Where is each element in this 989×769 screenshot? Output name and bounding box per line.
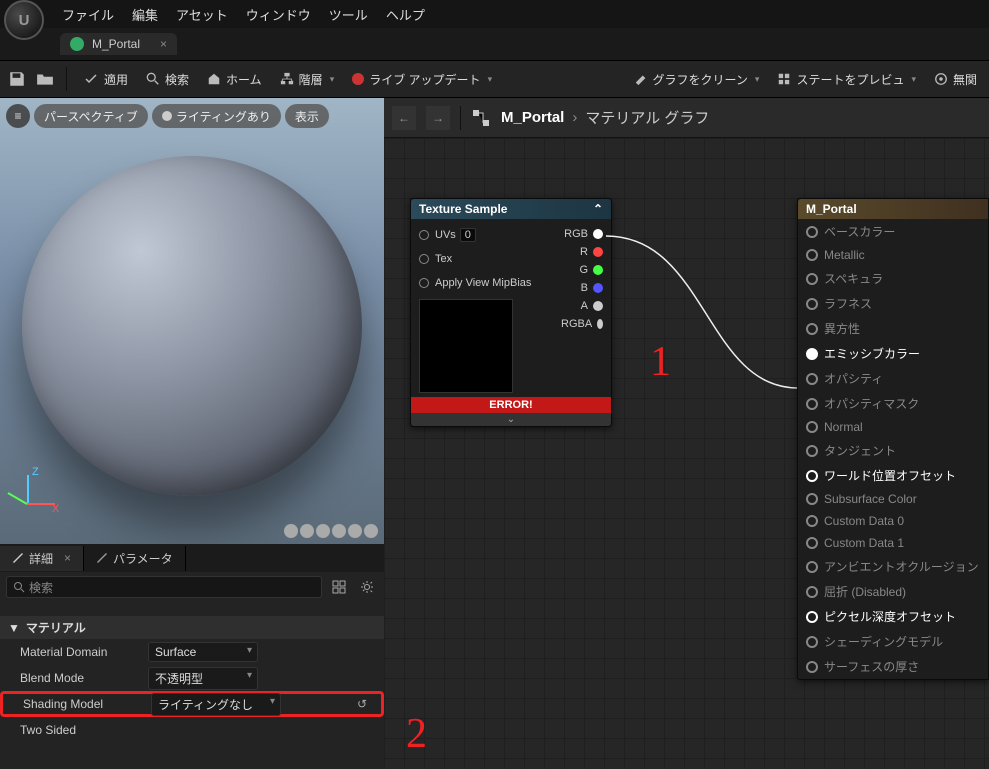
result-pin[interactable]: アンビエントオクルージョン [798, 554, 988, 579]
result-pin[interactable]: Normal [798, 416, 988, 438]
result-pin[interactable]: ピクセル深度オフセット [798, 604, 988, 629]
menu-window[interactable]: ウィンドウ [246, 5, 311, 24]
prop-blend-mode: Blend Mode 不透明型 [0, 665, 384, 691]
result-pin[interactable]: Custom Data 1 [798, 532, 988, 554]
apply-button[interactable]: 適用 [77, 68, 134, 91]
menu-asset[interactable]: アセット [176, 5, 228, 24]
display-pill[interactable]: 表示 [285, 104, 329, 128]
tab-title: M_Portal [92, 37, 140, 51]
result-pin[interactable]: ワールド位置オフセット [798, 463, 988, 488]
liveupdate-button[interactable]: ライブ アップデート▾ [346, 68, 498, 91]
result-pin[interactable]: スペキュラ [798, 266, 988, 291]
result-pin[interactable]: Metallic [798, 244, 988, 266]
lighting-pill[interactable]: ライティングあり [152, 104, 281, 128]
primitive-selector[interactable] [284, 524, 378, 538]
node-error-badge: ERROR! [411, 397, 611, 413]
prop-material-domain: Material Domain Surface [0, 639, 384, 665]
material-result-node[interactable]: M_Portal ベースカラーMetallicスペキュララフネス異方性エミッシブ… [797, 198, 989, 680]
prop-shading-model: Shading Model ライティングなし ↺ [0, 691, 384, 717]
tab-close-icon[interactable]: × [160, 37, 167, 51]
result-pin[interactable]: シェーディングモデル [798, 629, 988, 654]
material-domain-dropdown[interactable]: Surface [148, 642, 258, 662]
graph-canvas[interactable]: Texture Sample⌃ UVs0 Tex Apply View MipB… [384, 138, 989, 769]
search-input[interactable]: 検索 [6, 576, 322, 598]
grid-icon[interactable] [328, 576, 350, 598]
menu-file[interactable]: ファイル [62, 5, 114, 24]
collapse-icon[interactable]: ⌃ [593, 202, 603, 216]
output-pin-rgb[interactable]: RGB [553, 225, 611, 243]
preview-viewport[interactable]: ≡ パースペクティブ ライティングあり 表示 Z X [0, 98, 384, 544]
close-icon[interactable]: × [64, 551, 71, 565]
output-pin-g[interactable]: G [553, 261, 611, 279]
nav-back-icon[interactable]: ← [392, 106, 416, 130]
unrelated-button[interactable]: 無関 [928, 68, 983, 91]
result-pin[interactable]: 屈折 (Disabled) [798, 579, 988, 604]
reset-icon[interactable]: ↺ [357, 697, 367, 711]
result-pin[interactable]: Custom Data 0 [798, 510, 988, 532]
prop-two-sided: Two Sided [0, 717, 384, 743]
result-pin[interactable]: サーフェスの厚さ [798, 654, 988, 679]
category-material[interactable]: ▼マテリアル [0, 616, 384, 639]
tab-details[interactable]: 詳細× [0, 546, 84, 571]
menu-help[interactable]: ヘルプ [386, 5, 425, 24]
asset-tab[interactable]: M_Portal × [60, 33, 177, 55]
material-icon [70, 37, 84, 51]
viewport-menu-icon[interactable]: ≡ [6, 104, 30, 128]
graph-wire [606, 228, 806, 398]
perspective-pill[interactable]: パースペクティブ [34, 104, 148, 128]
result-pin[interactable]: オパシティマスク [798, 391, 988, 416]
result-pin[interactable]: ラフネス [798, 291, 988, 316]
preview-sphere [22, 156, 362, 496]
hierarchy-button[interactable]: 階層▾ [274, 68, 341, 91]
result-pin[interactable]: 異方性 [798, 316, 988, 341]
menu-tools[interactable]: ツール [329, 5, 368, 24]
gear-icon[interactable] [356, 576, 378, 598]
result-pin[interactable]: タンジェント [798, 438, 988, 463]
menu-edit[interactable]: 編集 [132, 5, 158, 24]
cleanup-button[interactable]: グラフをクリーン▾ [628, 68, 766, 91]
preview-button[interactable]: ステートをプレビュ▾ [771, 68, 922, 91]
annotation-1: 1 [650, 338, 671, 386]
unreal-logo-icon: U [4, 0, 44, 40]
material-graph-icon [471, 108, 491, 128]
result-pin[interactable]: エミッシブカラー [798, 341, 988, 366]
annotation-2: 2 [406, 710, 427, 758]
texture-sample-node[interactable]: Texture Sample⌃ UVs0 Tex Apply View MipB… [410, 198, 612, 427]
blend-mode-dropdown[interactable]: 不透明型 [148, 667, 258, 690]
output-pin-r[interactable]: R [553, 243, 611, 261]
output-pin-b[interactable]: B [553, 279, 611, 297]
result-pin[interactable]: ベースカラー [798, 219, 988, 244]
nav-forward-icon[interactable]: → [426, 106, 450, 130]
tab-parameters[interactable]: パラメータ [84, 546, 186, 571]
result-pin[interactable]: Subsurface Color [798, 488, 988, 510]
breadcrumb[interactable]: M_Portal › マテリアル グラフ [501, 107, 709, 128]
output-pin-rgba[interactable]: RGBA [553, 315, 611, 333]
browse-icon[interactable] [34, 68, 56, 90]
search-button[interactable]: 検索 [140, 68, 195, 91]
result-pin[interactable]: オパシティ [798, 366, 988, 391]
texture-preview [419, 299, 513, 393]
home-button[interactable]: ホーム [201, 68, 268, 91]
shading-model-dropdown[interactable]: ライティングなし [151, 693, 281, 716]
expand-icon[interactable]: ⌄ [411, 413, 611, 426]
save-icon[interactable] [6, 68, 28, 90]
output-pin-a[interactable]: A [553, 297, 611, 315]
